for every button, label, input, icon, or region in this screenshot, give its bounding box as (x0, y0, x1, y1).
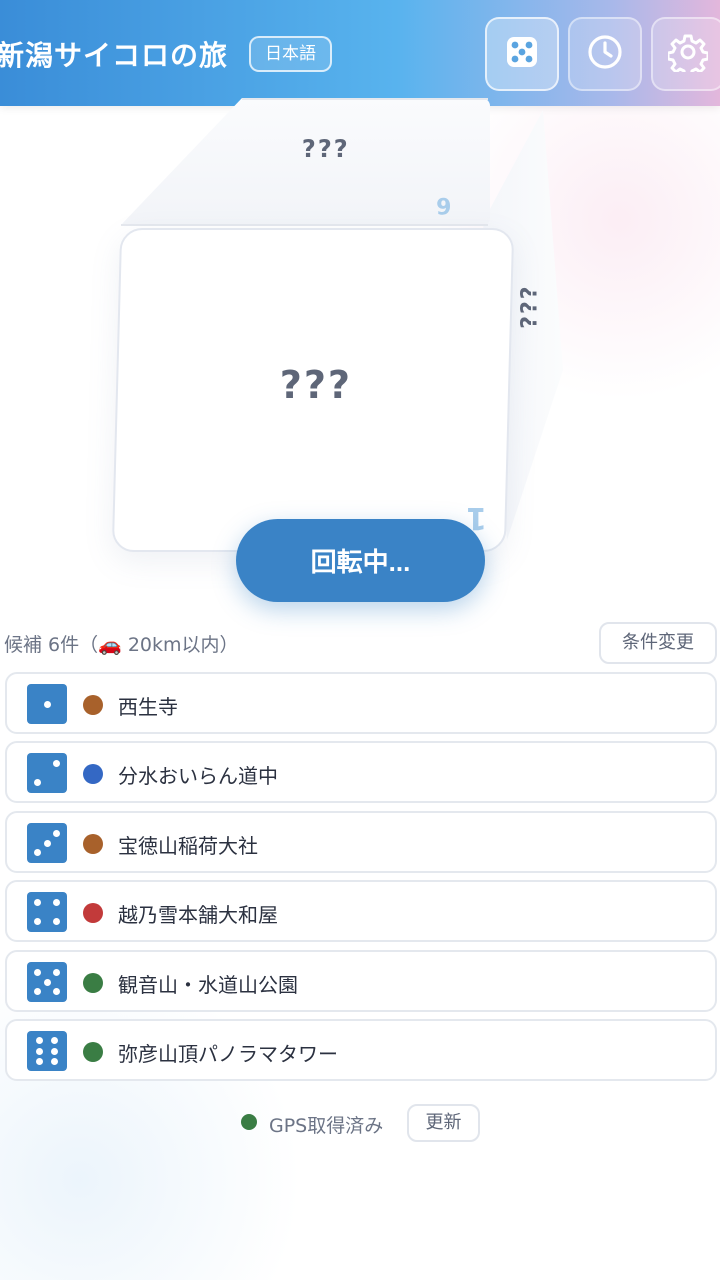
dice-face-5-icon (27, 962, 67, 1002)
gps-refresh-button[interactable]: 更新 (407, 1104, 480, 1142)
candidate-label: 越乃雪本舗大和屋 (118, 903, 278, 927)
candidate-label: 西生寺 (118, 695, 178, 719)
category-dot (83, 695, 103, 715)
language-toggle-button[interactable]: 日本語 (249, 36, 332, 72)
app-title: 新潟サイコロの旅 (0, 39, 229, 72)
change-conditions-button[interactable]: 条件変更 (599, 622, 717, 664)
dice-face-1-icon (27, 684, 67, 724)
candidate-label: 観音山・水道山公園 (118, 973, 298, 997)
dice-face-2-icon (27, 753, 67, 793)
candidate-summary: 候補 6件（🚗 20km以内） (4, 634, 239, 656)
candidate-label: 分水おいらん道中 (118, 764, 278, 788)
category-dot (83, 1042, 103, 1062)
category-dot (83, 764, 103, 784)
dice-face-3-icon (27, 823, 67, 863)
dice-top-face-number: 6 (436, 192, 452, 217)
category-dot (83, 834, 103, 854)
dice-top-face-text: ¿¿¿ (300, 138, 348, 166)
dice-tab-button[interactable] (485, 17, 559, 91)
gps-status-text: GPS取得済み (269, 1115, 384, 1137)
settings-button[interactable] (651, 17, 720, 91)
gear-icon (666, 32, 710, 78)
history-clock-icon (586, 33, 624, 75)
candidate-label: 宝徳山稲荷大社 (118, 834, 258, 858)
category-dot (83, 973, 103, 993)
gps-status-dot (241, 1114, 257, 1130)
candidate-item-5[interactable]: 観音山・水道山公園 (5, 950, 717, 1012)
history-button[interactable] (568, 17, 642, 91)
candidate-item-1[interactable]: 西生寺 (5, 672, 717, 734)
dice-right-face-text: ¿¿¿ (518, 286, 544, 331)
roll-dice-button[interactable]: 回転中... (236, 519, 485, 602)
candidate-item-6[interactable]: 弥彦山頂パノラマタワー (5, 1019, 717, 1081)
dice-face-4-icon (27, 892, 67, 932)
category-dot (83, 903, 103, 923)
dice-front-face-text: ¿¿¿ (278, 368, 351, 412)
candidate-item-3[interactable]: 宝徳山稲荷大社 (5, 811, 717, 873)
candidate-item-4[interactable]: 越乃雪本舗大和屋 (5, 880, 717, 942)
candidate-item-2[interactable]: 分水おいらん道中 (5, 741, 717, 803)
dice-face-6-icon (27, 1031, 67, 1071)
candidate-label: 弥彦山頂パノラマタワー (118, 1042, 338, 1066)
app-header: 新潟サイコロの旅 日本語 (0, 0, 720, 106)
dice-icon (504, 34, 540, 74)
